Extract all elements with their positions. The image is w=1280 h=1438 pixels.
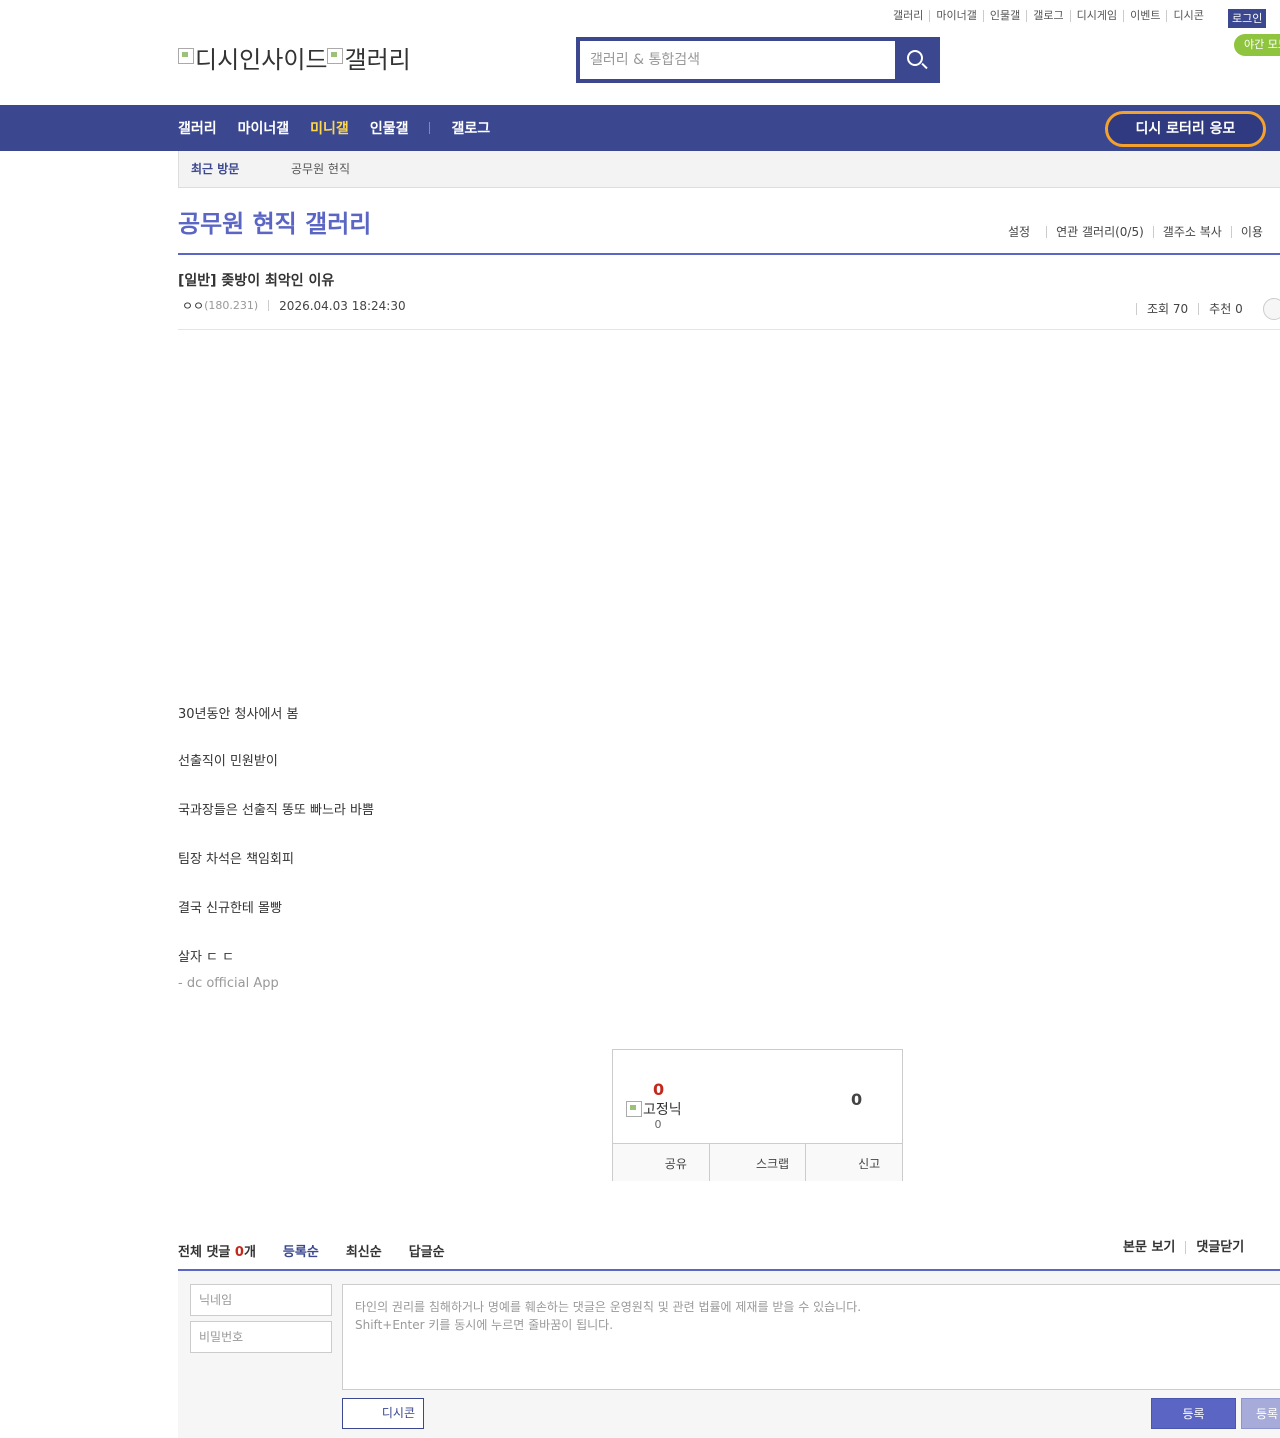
search-input[interactable]: 갤러리 & 통합검색 (580, 41, 895, 79)
recommend-down-count: 0 (851, 1090, 863, 1109)
sort-by-latest[interactable]: 최신순 (346, 1241, 382, 1260)
recommend-actions: 공유 스크랩 신고 (613, 1143, 902, 1181)
view-post-link[interactable]: 본문 보기 (1123, 1241, 1185, 1254)
comment-textarea[interactable]: 타인의 권리를 침해하거나 명예를 훼손하는 댓글은 운영원칙 및 관련 법률에… (342, 1284, 1280, 1390)
top-link-gallog[interactable]: 갤로그 (1026, 10, 1069, 22)
comment-total-prefix: 전체 댓글 (178, 1245, 235, 1260)
nav-gallog[interactable]: 갤로그 (451, 118, 490, 138)
recommend-up-count: 0 (653, 1080, 665, 1099)
post-meta: ㅇㅇ (180.231) 2026.04.03 18:24:30 (178, 297, 406, 314)
sort-by-replies[interactable]: 답글순 (409, 1241, 445, 1260)
comment-total-label: 전체 댓글 0개 (178, 1241, 256, 1260)
post-body-line: 선출직이 민원받이 (178, 754, 278, 769)
fixed-nick-count: 0 (654, 1118, 662, 1131)
post-views: 조회 70 (1136, 303, 1198, 315)
nav-minor-gallery[interactable]: 마이너갤 (238, 118, 290, 138)
nav-divider (429, 122, 431, 134)
search-icon[interactable] (896, 41, 936, 79)
recent-visit-label[interactable]: 최근 방문 (191, 151, 239, 188)
logo-alt-gallery: 갤러리 (344, 46, 411, 74)
app-signature: - dc official App (178, 976, 279, 991)
nav-mini-gallery[interactable]: 미니갤 (310, 118, 349, 138)
broken-image-icon (327, 47, 344, 64)
usage-link[interactable]: 이용 (1230, 226, 1272, 238)
top-link-gallery[interactable]: 갤러리 (893, 10, 929, 22)
dccon-button[interactable]: 디시콘 (342, 1398, 424, 1429)
comment-submit-recommend-button[interactable]: 등록 (1241, 1398, 1280, 1429)
post-author-ip: (180.231) (204, 299, 259, 312)
site-logo[interactable]: 디시인사이드 갤러리 (178, 40, 411, 75)
login-button[interactable]: 로그인 (1228, 9, 1267, 28)
nav-person-gallery[interactable]: 인물갤 (370, 118, 409, 138)
gallery-title[interactable]: 공무원 현직 갤러리 (178, 204, 371, 239)
comment-header: 전체 댓글 0개 등록순 최신순 답글순 (178, 1241, 445, 1260)
post-body-line: 30년동안 청사에서 봄 (178, 707, 299, 722)
gallery-menu: 설정 연관 갤러리(0/5) 갤주소 복사 이용 (1008, 226, 1272, 238)
post-title: [일반] 좆방이 최악인 이유 (178, 273, 335, 289)
post-author-nick[interactable]: ㅇㅇ (182, 297, 204, 314)
top-link-dccon[interactable]: 디시콘 (1166, 10, 1209, 22)
comment-total-suffix: 개 (243, 1245, 256, 1260)
sort-by-registration[interactable]: 등록순 (283, 1241, 319, 1260)
main-navbar: 갤러리 마이너갤 미니갤 인물갤 갤로그 디시 로터리 응모 (0, 105, 1280, 151)
gallery-settings-link[interactable]: 설정 (1008, 226, 1046, 238)
nickname-input[interactable]: 닉네임 (190, 1284, 332, 1316)
fixed-nick-recommend[interactable]: 고정닉 (626, 1099, 682, 1119)
report-button[interactable]: 신고 (805, 1144, 902, 1181)
comment-jump-icon[interactable] (1262, 298, 1280, 320)
comment-write-area: 닉네임 비밀번호 타인의 권리를 침해하거나 명예를 훼손하는 댓글은 운영원칙… (178, 1271, 1280, 1438)
night-mode-toggle[interactable]: 야간 모드 (1234, 34, 1280, 56)
top-link-event[interactable]: 이벤트 (1123, 10, 1166, 22)
post-body-line: 살자 ㄷ ㄷ (178, 950, 235, 965)
top-link-dcgame[interactable]: 디시게임 (1069, 10, 1123, 22)
password-input[interactable]: 비밀번호 (190, 1321, 332, 1353)
post-body-line: 국과장들은 선출직 똥또 빠느라 바쁨 (178, 803, 374, 818)
gallery-title-underline (178, 253, 1280, 255)
top-link-minor[interactable]: 마이너갤 (929, 10, 982, 22)
recent-visit-bar: 최근 방문 공무원 현직 (178, 151, 1280, 188)
related-gallery-link[interactable]: 연관 갤러리(0/5) (1046, 226, 1153, 238)
recommend-box: 0 고정닉 0 0 공유 스크랩 신고 (612, 1049, 903, 1181)
fixed-nick-alt: 고정닉 (643, 1102, 682, 1118)
top-utility-links: 갤러리 마이너갤 인물갤 갤로그 디시게임 이벤트 디시콘 (893, 10, 1210, 22)
share-button[interactable]: 공유 (613, 1144, 709, 1181)
logo-alt-dcinside: 디시인사이드 (195, 46, 328, 74)
post-stats: 조회 70 추천 0 (1136, 298, 1280, 320)
post-date: 2026.04.03 18:24:30 (279, 298, 406, 313)
post-recommend-count: 추천 0 (1198, 303, 1253, 315)
broken-image-icon (626, 1101, 642, 1117)
meta-divider (268, 300, 270, 311)
comment-header-links: 본문 보기 댓글닫기 (1123, 1241, 1265, 1254)
broken-image-icon (178, 47, 194, 64)
recent-visit-item[interactable]: 공무원 현직 (291, 151, 350, 188)
search-box: 갤러리 & 통합검색 (576, 37, 940, 83)
copy-gallery-url-link[interactable]: 갤주소 복사 (1152, 226, 1231, 238)
post-body-line: 결국 신규한테 몰빵 (178, 901, 282, 916)
post-body-line: 팀장 차석은 책임회피 (178, 852, 294, 867)
scrap-button[interactable]: 스크랩 (708, 1144, 806, 1181)
comment-total-count: 0 (234, 1245, 244, 1260)
dc-lottery-button[interactable]: 디시 로터리 응모 (1105, 111, 1266, 147)
post-header-divider (178, 329, 1280, 330)
nav-gallery[interactable]: 갤러리 (178, 118, 217, 138)
comment-submit-button[interactable]: 등록 (1151, 1398, 1236, 1429)
close-comments-link[interactable]: 댓글닫기 (1185, 1241, 1254, 1254)
top-link-person[interactable]: 인물갤 (982, 10, 1026, 22)
